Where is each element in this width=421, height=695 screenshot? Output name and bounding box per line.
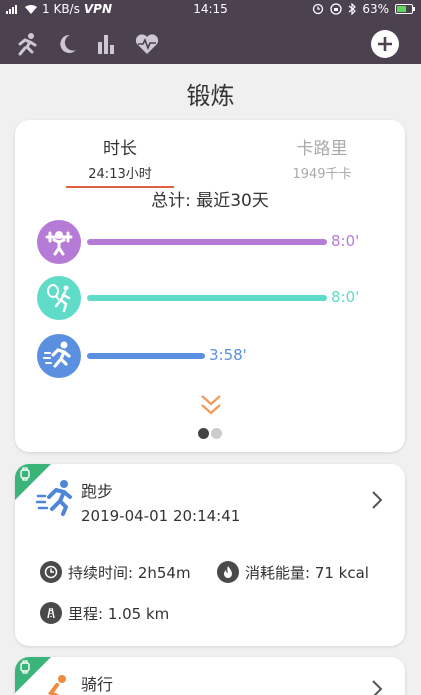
activity-card[interactable]: 跑步 2019-04-01 20:14:41 持续时间: 2h54m 消耗能量:… bbox=[15, 464, 405, 646]
run-icon[interactable] bbox=[14, 32, 40, 56]
calories-stat: 消耗能量: 71 kcal bbox=[217, 561, 369, 583]
road-icon bbox=[40, 602, 62, 624]
status-bar: 1 KB/s VPN 14:15 63% bbox=[0, 0, 421, 20]
activity-card[interactable]: 骑行 bbox=[15, 657, 405, 695]
app-header: 1 KB/s VPN 14:15 63% bbox=[0, 0, 421, 64]
cycling-icon bbox=[47, 675, 66, 695]
watch-icon bbox=[20, 467, 30, 481]
bar-row: 3:58' bbox=[37, 334, 397, 378]
page-dot-active[interactable] bbox=[198, 428, 209, 439]
page-indicator bbox=[198, 428, 224, 439]
plus-icon bbox=[378, 37, 392, 51]
tab-calories-value: 1949千卡 bbox=[292, 167, 352, 182]
add-button[interactable] bbox=[371, 30, 399, 58]
activity-name: 跑步 bbox=[81, 482, 114, 501]
total-period-label: 总计: 最近30天 bbox=[151, 191, 269, 211]
bar-weightlifting bbox=[87, 239, 327, 245]
page-dot[interactable] bbox=[211, 428, 222, 439]
calories-label: 消耗能量: 71 kcal bbox=[245, 563, 369, 582]
summary-card: 时长 24:13小时 卡路里 1949千卡 总计: 最近30天 8:0' 8:0… bbox=[15, 120, 405, 452]
tab-duration-label: 时长 bbox=[103, 139, 137, 159]
flame-icon bbox=[217, 561, 239, 583]
activity-name: 骑行 bbox=[81, 675, 114, 694]
bluetooth-icon bbox=[348, 3, 357, 15]
bar-value: 8:0' bbox=[331, 288, 360, 306]
tab-calories-label: 卡路里 bbox=[296, 139, 348, 159]
moon-icon[interactable] bbox=[54, 32, 80, 56]
duration-label: 持续时间: 2h54m bbox=[68, 563, 191, 582]
app-bar bbox=[0, 22, 421, 64]
running-icon bbox=[35, 480, 72, 516]
distance-stat: 里程: 1.05 km bbox=[40, 602, 169, 624]
weightlifting-icon bbox=[37, 220, 81, 264]
expand-chevron-icon[interactable] bbox=[200, 392, 222, 418]
tab-duration[interactable]: 时长 24:13小时 bbox=[60, 134, 180, 188]
battery-percent: 63% bbox=[362, 2, 389, 16]
distance-label: 里程: 1.05 km bbox=[68, 604, 170, 623]
duration-stat: 持续时间: 2h54m bbox=[40, 561, 191, 583]
bar-value: 3:58' bbox=[209, 346, 247, 364]
page-title: 锻炼 bbox=[186, 82, 235, 110]
watch-icon bbox=[20, 660, 30, 674]
bar-tennis bbox=[87, 295, 327, 301]
tab-duration-value: 24:13小时 bbox=[88, 167, 152, 182]
alarm-icon bbox=[313, 3, 324, 15]
bar-running bbox=[87, 353, 205, 359]
tennis-icon bbox=[37, 276, 81, 320]
heart-rate-icon[interactable] bbox=[134, 32, 160, 56]
chevron-right-icon[interactable] bbox=[371, 490, 383, 510]
tab-calories[interactable]: 卡路里 1949千卡 bbox=[262, 134, 382, 182]
bar-row: 8:0' bbox=[37, 220, 397, 264]
bar-chart-icon[interactable] bbox=[94, 32, 120, 56]
bar-value: 8:0' bbox=[331, 232, 360, 250]
battery-icon bbox=[395, 4, 415, 14]
running-icon bbox=[37, 334, 81, 378]
lock-rotation-icon bbox=[330, 3, 342, 15]
activity-date: 2019-04-01 20:14:41 bbox=[81, 507, 241, 525]
clock-icon bbox=[40, 561, 62, 583]
bar-row: 8:0' bbox=[37, 276, 397, 320]
chevron-right-icon[interactable] bbox=[371, 679, 383, 695]
